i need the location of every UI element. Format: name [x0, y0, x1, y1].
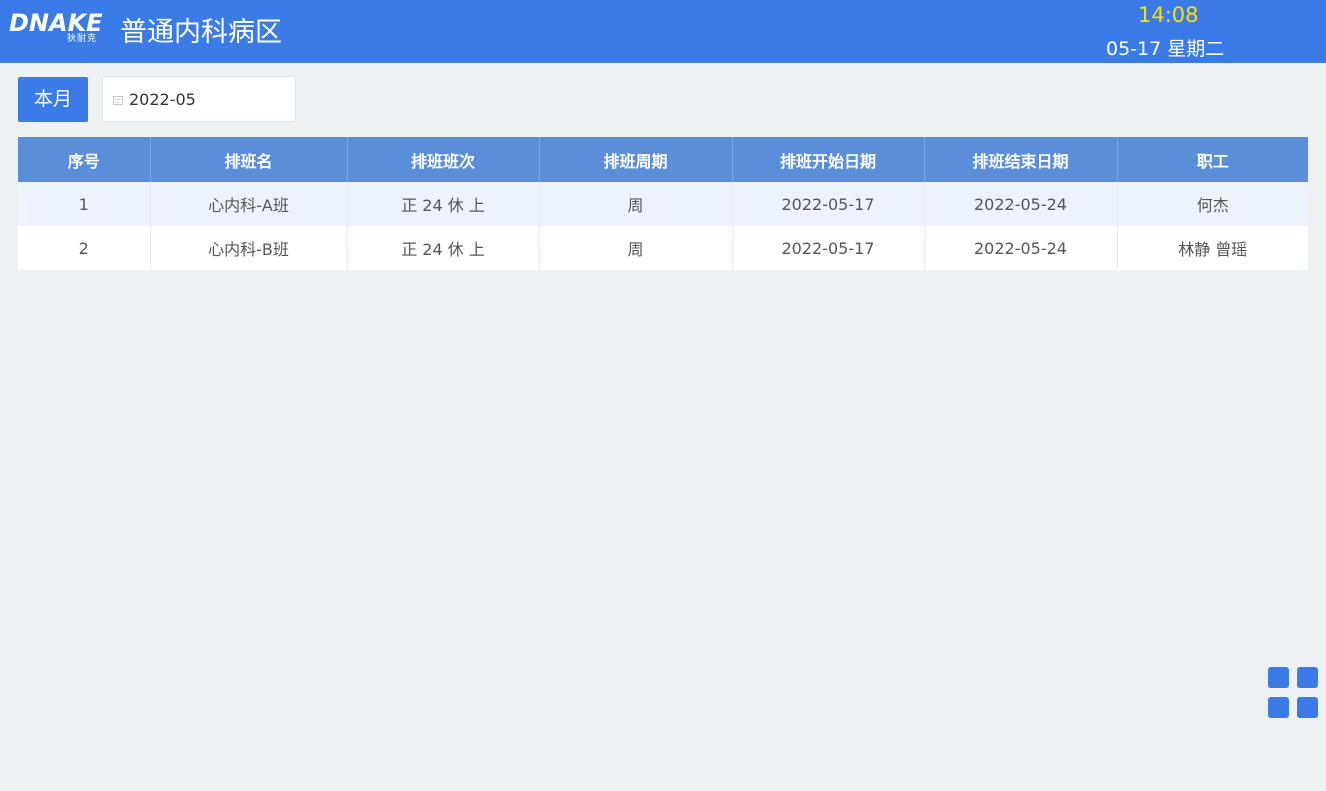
column-header-index[interactable]: 序号 [18, 137, 151, 182]
logo-subtext: 狄耐克 [67, 34, 98, 44]
grid-square [1297, 697, 1318, 718]
calendar-icon [113, 96, 123, 105]
cell-end-date: 2022-05-24 [924, 182, 1118, 226]
cell-start-date: 2022-05-17 [732, 182, 925, 226]
column-header-end-date[interactable]: 排班结束日期 [924, 137, 1118, 182]
table-header-row: 序号 排班名 排班班次 排班周期 排班开始日期 排班结束日期 职工 [18, 137, 1308, 182]
column-header-shift[interactable]: 排班班次 [347, 137, 540, 182]
month-date-picker[interactable]: 2022-05 [102, 76, 296, 122]
top-header: DNAKE 狄耐克 普通内科病区 14:08 05-17 星期二 [0, 0, 1326, 63]
grid-square [1297, 667, 1318, 688]
cell-shift: 正 24 休 上 [347, 226, 540, 270]
dnake-logo: DNAKE 狄耐克 [9, 8, 113, 48]
ward-title: 普通内科病区 [120, 17, 282, 48]
this-month-button[interactable]: 本月 [18, 77, 88, 122]
schedule-table: 序号 排班名 排班班次 排班周期 排班开始日期 排班结束日期 职工 1 心内科-… [18, 137, 1308, 270]
cell-cycle: 周 [539, 182, 733, 226]
grid-icon[interactable] [1268, 667, 1318, 719]
grid-square [1268, 697, 1289, 718]
table-row[interactable]: 2 心内科-B班 正 24 休 上 周 2022-05-17 2022-05-2… [18, 226, 1308, 270]
cell-schedule-name: 心内科-A班 [150, 182, 348, 226]
column-header-staff[interactable]: 职工 [1117, 137, 1308, 182]
cell-start-date: 2022-05-17 [732, 226, 925, 270]
cell-cycle: 周 [539, 226, 733, 270]
grid-square [1268, 667, 1289, 688]
column-header-cycle[interactable]: 排班周期 [539, 137, 733, 182]
column-header-schedule-name[interactable]: 排班名 [150, 137, 348, 182]
column-header-start-date[interactable]: 排班开始日期 [732, 137, 925, 182]
cell-index: 2 [18, 226, 151, 270]
cell-staff: 林静 曾瑶 [1117, 226, 1308, 270]
date-picker-value: 2022-05 [129, 90, 196, 109]
clock-time: 14:08 [1138, 3, 1199, 27]
clock-date: 05-17 星期二 [1106, 38, 1225, 60]
table-row[interactable]: 1 心内科-A班 正 24 休 上 周 2022-05-17 2022-05-2… [18, 182, 1308, 226]
cell-end-date: 2022-05-24 [924, 226, 1118, 270]
cell-staff: 何杰 [1117, 182, 1308, 226]
cell-shift: 正 24 休 上 [347, 182, 540, 226]
cell-index: 1 [18, 182, 151, 226]
cell-schedule-name: 心内科-B班 [150, 226, 348, 270]
